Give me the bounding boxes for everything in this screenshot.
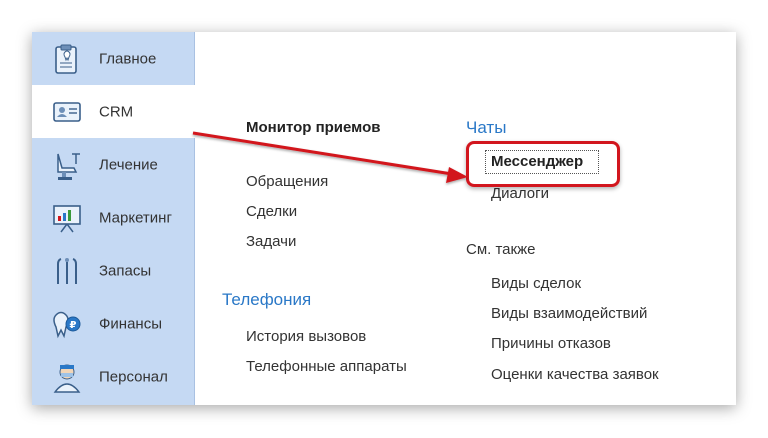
annotation-highlight-box: [466, 141, 620, 187]
section-heading-see-also: См. также: [466, 241, 536, 258]
sidebar-item-treatment[interactable]: Лечение: [32, 138, 194, 191]
sidebar-item-label: Лечение: [99, 156, 158, 173]
dental-tools-icon: [57, 258, 77, 284]
section-heading-telephony: Телефония: [222, 290, 312, 309]
sidebar-item-marketing[interactable]: Маркетинг: [32, 191, 194, 244]
tooth-coin-icon: ₽: [53, 311, 81, 339]
menu-link-appeals[interactable]: Обращения: [246, 173, 328, 190]
sidebar-item-main[interactable]: Главное: [32, 32, 194, 85]
sidebar-item-label: CRM: [99, 103, 134, 120]
menu-link-refusal-reasons[interactable]: Причины отказов: [491, 335, 611, 352]
clipboard-tooth-icon: [55, 44, 77, 74]
sidebar: Главное CRM Лечение Маркетинг Запасы ₽ Ф…: [32, 32, 195, 405]
menu-link-deals[interactable]: Сделки: [246, 203, 297, 220]
menu-link-dialogs[interactable]: Диалоги: [491, 185, 549, 202]
presentation-board-icon: [53, 205, 81, 233]
sidebar-item-stock[interactable]: Запасы: [32, 244, 194, 297]
section-heading-chats: Чаты: [466, 118, 507, 137]
menu-link-quality-ratings[interactable]: Оценки качества заявок: [491, 366, 659, 383]
menu-link-monitor[interactable]: Монитор приемов: [246, 119, 380, 136]
crm-menu-window: Главное CRM Лечение Маркетинг Запасы ₽ Ф…: [32, 32, 736, 405]
sidebar-item-label: Главное: [99, 50, 157, 67]
sidebar-item-label: Персонал: [99, 368, 168, 385]
svg-text:₽: ₽: [70, 320, 77, 331]
menu-link-deal-types[interactable]: Виды сделок: [491, 275, 581, 292]
dental-chair-icon: [57, 153, 80, 180]
menu-content: Монитор приемов Обращения Сделки Задачи …: [195, 32, 736, 405]
menu-link-call-history[interactable]: История вызовов: [246, 328, 366, 345]
sidebar-item-label: Запасы: [99, 262, 152, 279]
menu-link-tasks[interactable]: Задачи: [246, 233, 296, 250]
sidebar-item-label: Финансы: [99, 315, 162, 332]
sidebar-item-crm[interactable]: CRM: [32, 85, 195, 138]
sidebar-item-finance[interactable]: ₽ Финансы: [32, 297, 194, 350]
sidebar-item-label: Маркетинг: [99, 209, 172, 226]
menu-link-interaction-types[interactable]: Виды взаимодействий: [491, 305, 647, 322]
contact-card-icon: [53, 102, 81, 122]
sidebar-item-staff[interactable]: Персонал: [32, 350, 194, 403]
menu-link-phone-devices[interactable]: Телефонные аппараты: [246, 358, 407, 375]
doctor-icon: [53, 364, 81, 393]
